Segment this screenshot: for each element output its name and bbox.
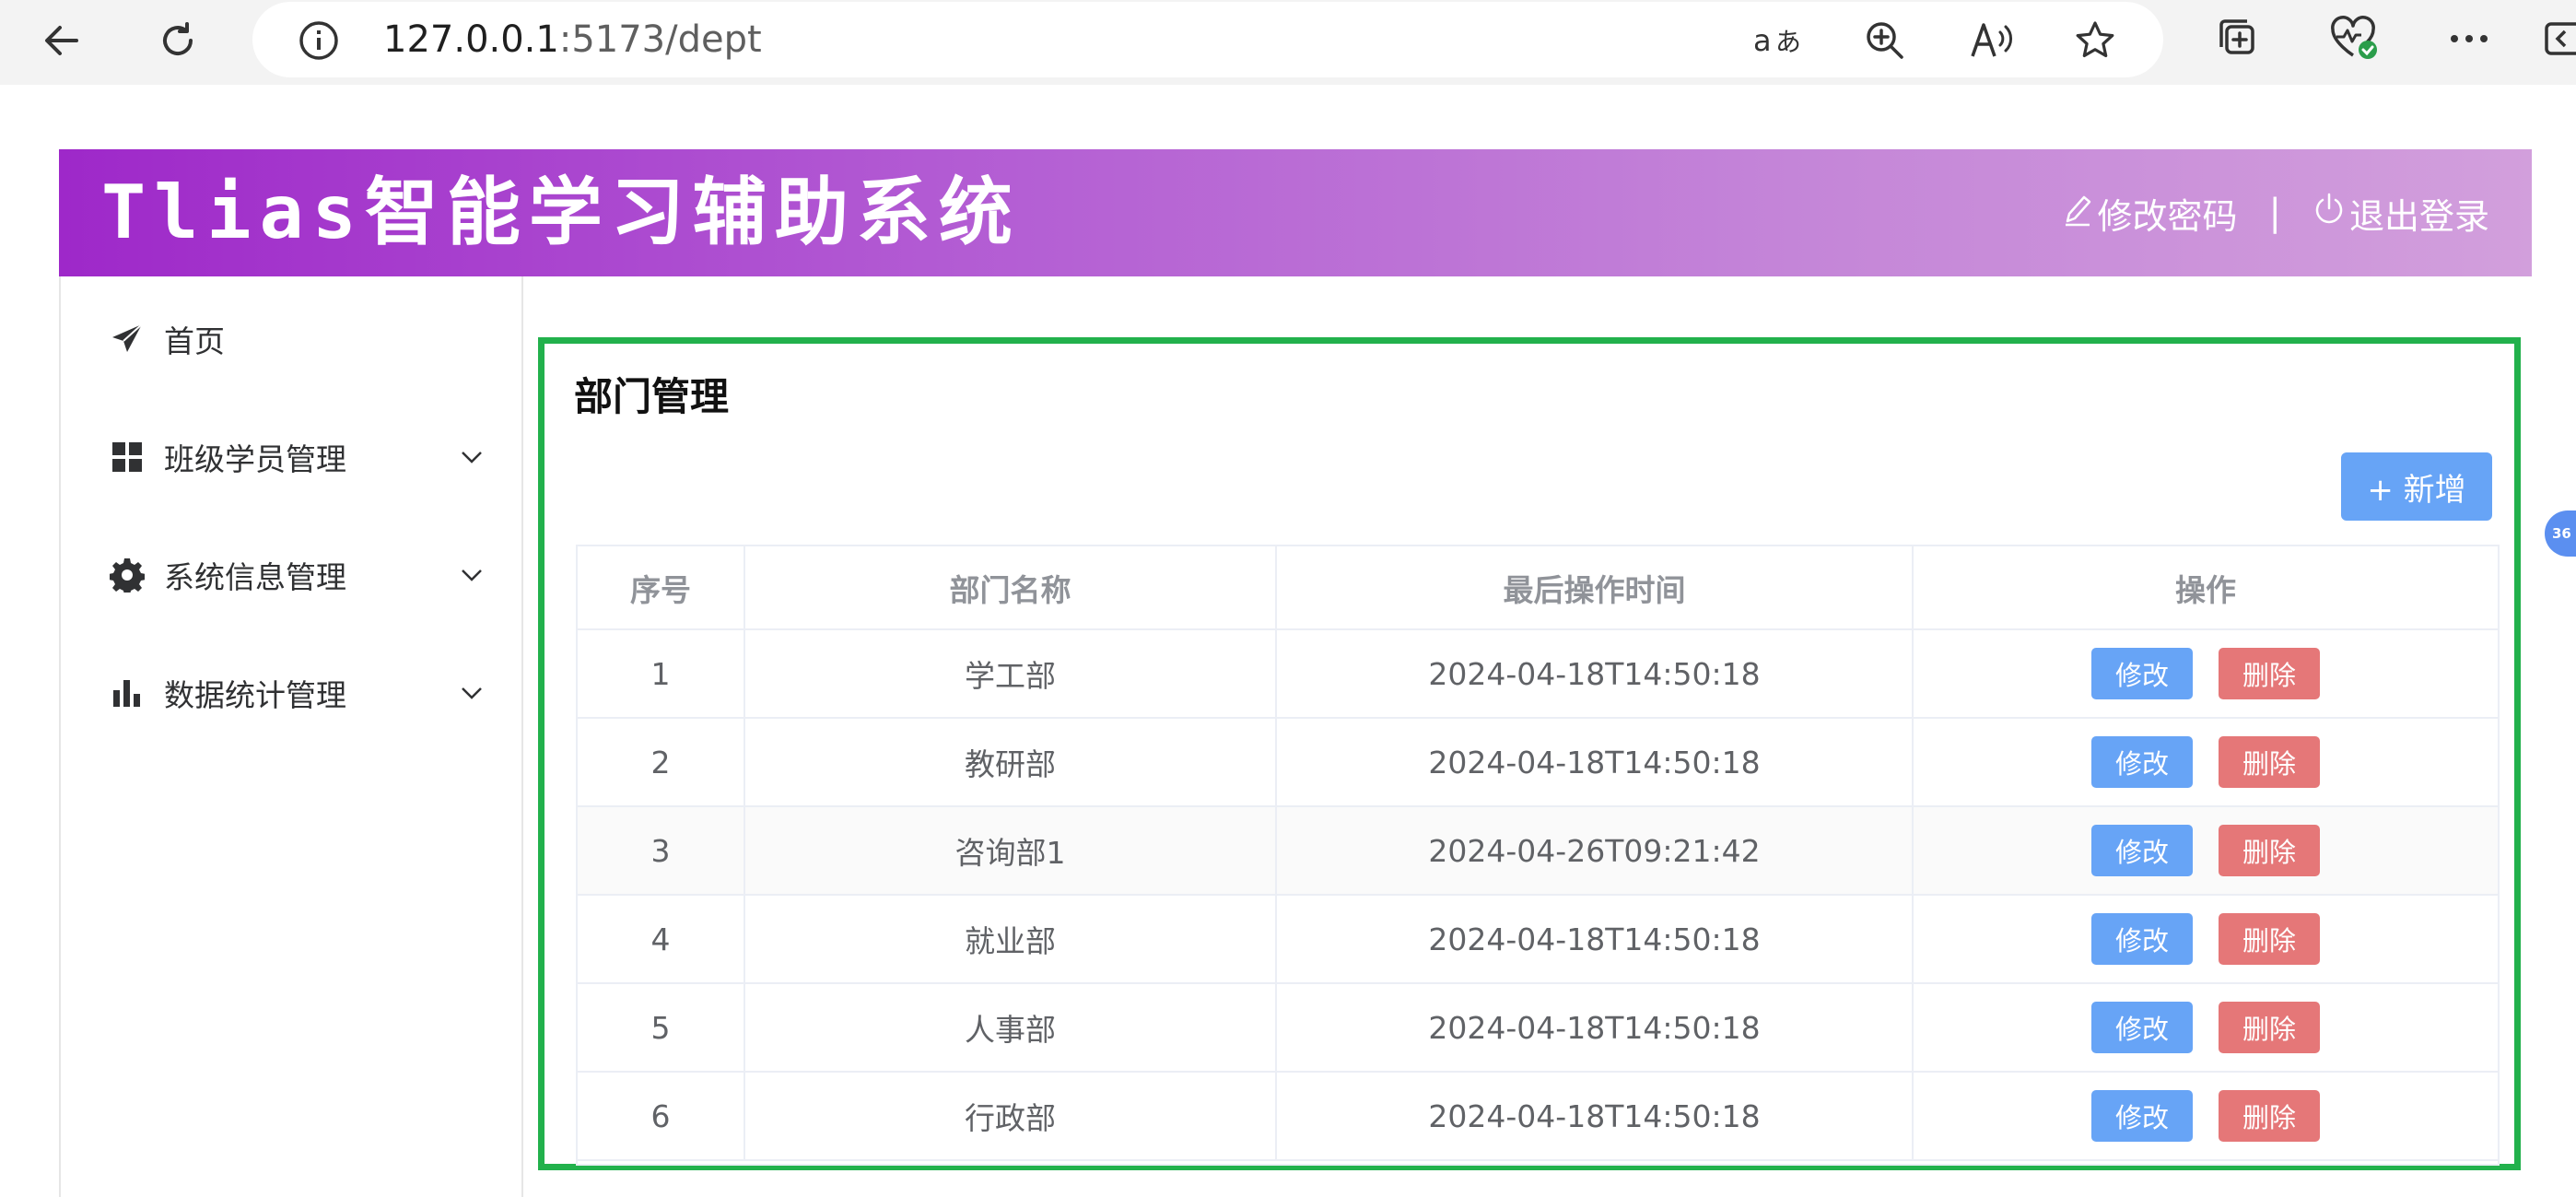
change-password-link[interactable]: 修改密码: [2062, 188, 2238, 239]
table-header-row: 序号 部门名称 最后操作时间 操作: [578, 546, 2498, 630]
chevron-down-icon: [453, 675, 490, 711]
cell-time: 2024-04-18T14:50:18: [1276, 895, 1914, 984]
table-row: 4 就业部 2024-04-18T14:50:18 修改 删除: [578, 895, 2498, 984]
cell-index: 6: [578, 1072, 745, 1161]
main-content: 部门管理 + 新增 序号 部门名称 最后操作时间 操作 1 学工部 2024-0…: [538, 337, 2521, 1170]
cell-name: 行政部: [744, 1072, 1277, 1161]
header-links: 修改密码 | 退出登录: [2062, 149, 2489, 276]
page-title: 部门管理: [574, 374, 730, 419]
sidebar-item-system-info[interactable]: 系统信息管理: [61, 529, 521, 621]
favorite-star-icon[interactable]: [2066, 11, 2125, 70]
cell-time: 2024-04-26T09:21:42: [1276, 806, 1914, 896]
delete-button[interactable]: 删除: [2219, 1090, 2320, 1142]
chevron-down-icon: [453, 439, 490, 475]
svg-text:a: a: [1753, 23, 1772, 58]
url-text[interactable]: 127.0.0.1:5173/dept: [383, 2, 762, 77]
cell-index: 1: [578, 629, 745, 719]
back-arrow-icon[interactable]: [29, 11, 94, 70]
cell-name: 学工部: [744, 629, 1277, 719]
cell-time: 2024-04-18T14:50:18: [1276, 718, 1914, 807]
sidebar-item-data-stats[interactable]: 数据统计管理: [61, 647, 521, 739]
cell-index: 5: [578, 983, 745, 1073]
sidebar-toggle-icon[interactable]: [2541, 9, 2576, 68]
edit-pen-icon: [2062, 192, 2093, 235]
add-department-button[interactable]: + 新增: [2341, 452, 2492, 521]
delete-button[interactable]: 删除: [2219, 1002, 2320, 1053]
cell-index: 2: [578, 718, 745, 807]
sidebar-item-label: 数据统计管理: [164, 677, 346, 713]
cell-actions: 修改 删除: [1913, 895, 2498, 984]
cell-name: 就业部: [744, 895, 1277, 984]
table-row: 2 教研部 2024-04-18T14:50:18 修改 删除: [578, 718, 2498, 807]
edit-button[interactable]: 修改: [2091, 1002, 2193, 1053]
cell-name: 咨询部1: [744, 806, 1277, 896]
sidebar-item-label: 系统信息管理: [164, 559, 346, 595]
grid-icon: [109, 439, 146, 475]
url-path: :5173/dept: [558, 18, 762, 61]
sidebar-item-home[interactable]: 首页: [61, 293, 521, 385]
edit-button[interactable]: 修改: [2091, 913, 2193, 965]
table-row: 6 行政部 2024-04-18T14:50:18 修改 删除: [578, 1072, 2498, 1161]
cell-actions: 修改 删除: [1913, 983, 2498, 1073]
paper-plane-icon: [109, 321, 146, 358]
browser-essentials-icon[interactable]: [2322, 9, 2388, 68]
address-bar[interactable]: 127.0.0.1:5173/dept aあ: [252, 2, 2163, 77]
cell-index: 4: [578, 895, 745, 984]
sidebar-item-label: 班级学员管理: [164, 441, 346, 477]
cell-actions: 修改 删除: [1913, 718, 2498, 807]
cell-actions: 修改 删除: [1913, 1072, 2498, 1161]
delete-button[interactable]: 删除: [2219, 913, 2320, 965]
info-icon[interactable]: [289, 11, 348, 70]
edit-button[interactable]: 修改: [2091, 825, 2193, 876]
delete-button[interactable]: 删除: [2219, 736, 2320, 788]
column-header-time: 最后操作时间: [1276, 546, 1914, 630]
chevron-down-icon: [453, 557, 490, 593]
cell-index: 3: [578, 806, 745, 896]
read-aloud-translate-icon[interactable]: aあ: [1745, 11, 1813, 70]
app-title: Tlias智能学习辅助系统: [101, 170, 1021, 255]
table-row: 3 咨询部1 2024-04-26T09:21:42 修改 删除: [578, 806, 2498, 896]
power-icon: [2313, 192, 2346, 235]
sidebar-item-label: 首页: [164, 323, 225, 359]
change-password-label: 修改密码: [2097, 195, 2238, 237]
cell-actions: 修改 删除: [1913, 629, 2498, 719]
zoom-in-icon[interactable]: [1856, 11, 1914, 70]
refresh-icon[interactable]: [146, 11, 210, 70]
delete-button[interactable]: 删除: [2219, 825, 2320, 876]
collections-icon[interactable]: [2206, 9, 2272, 68]
column-header-name: 部门名称: [744, 546, 1277, 630]
edit-button[interactable]: 修改: [2091, 736, 2193, 788]
cell-time: 2024-04-18T14:50:18: [1276, 629, 1914, 719]
delete-button[interactable]: 删除: [2219, 648, 2320, 699]
logout-link[interactable]: 退出登录: [2313, 188, 2489, 239]
cell-time: 2024-04-18T14:50:18: [1276, 1072, 1914, 1161]
url-host: 127.0.0.1: [383, 18, 559, 61]
edit-button[interactable]: 修改: [2091, 648, 2193, 699]
cell-actions: 修改 删除: [1913, 806, 2498, 896]
department-table: 序号 部门名称 最后操作时间 操作 1 学工部 2024-04-18T14:50…: [576, 545, 2500, 1166]
sidebar-item-class-students[interactable]: 班级学员管理: [61, 411, 521, 503]
browser-toolbar: 127.0.0.1:5173/dept aあ: [0, 0, 2576, 85]
header-separator: |: [2268, 192, 2281, 234]
column-header-actions: 操作: [1913, 546, 2498, 630]
more-icon[interactable]: [2436, 9, 2502, 68]
column-header-index: 序号: [578, 546, 745, 630]
logout-label: 退出登录: [2348, 195, 2489, 237]
edit-button[interactable]: 修改: [2091, 1090, 2193, 1142]
cell-name: 教研部: [744, 718, 1277, 807]
cell-time: 2024-04-18T14:50:18: [1276, 983, 1914, 1073]
sidebar: 首页 班级学员管理 系统信息管理 数据统计管理: [59, 276, 523, 1197]
read-aloud-icon[interactable]: [1962, 11, 2021, 70]
cell-name: 人事部: [744, 983, 1277, 1073]
table-row: 5 人事部 2024-04-18T14:50:18 修改 删除: [578, 983, 2498, 1073]
svg-text:あ: あ: [1775, 27, 1801, 57]
gear-icon: [109, 557, 146, 593]
bar-chart-icon: [109, 675, 146, 711]
table-row: 1 学工部 2024-04-18T14:50:18 修改 删除: [578, 629, 2498, 719]
app-header: Tlias智能学习辅助系统 修改密码 | 退出登录: [59, 149, 2532, 276]
